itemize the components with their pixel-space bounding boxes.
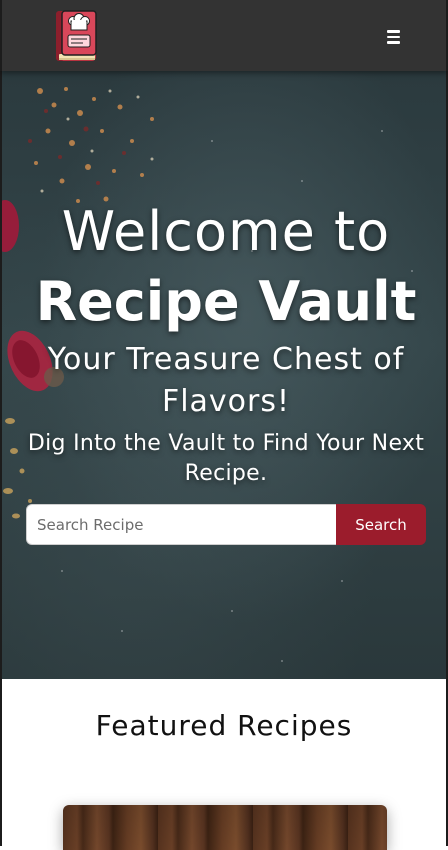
navbar [0,0,448,71]
hero-tagline: Your Treasure Chest of Flavors! [47,342,405,419]
hamburger-menu-icon[interactable] [382,26,404,48]
search-button[interactable]: Search [336,504,426,545]
chef-recipe-book-icon[interactable] [53,7,99,65]
hamburger-bar [386,41,400,44]
search-form: Search [26,504,426,545]
hamburger-bar [386,30,400,33]
recipe-card[interactable] [63,805,387,850]
hamburger-bar [386,35,400,39]
featured-title: Featured Recipes [95,709,353,742]
search-input[interactable] [26,504,336,545]
featured-section: Featured Recipes [0,679,448,850]
hero-subtitle: Dig Into the Vault to Find Your Next Rec… [27,431,425,486]
hero-brand-title: Recipe Vault [35,270,417,333]
hero-welcome-text: Welcome to [61,200,391,263]
hero-section: Welcome to Recipe Vault Your Treasure Ch… [0,71,448,679]
